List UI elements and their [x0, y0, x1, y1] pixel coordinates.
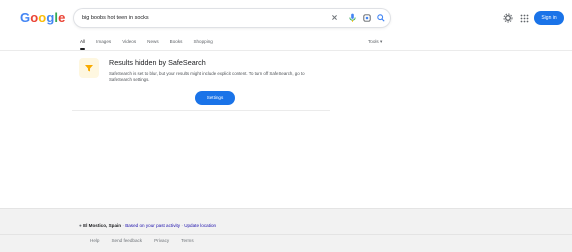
footer-link-feedback[interactable]: Send feedback	[111, 238, 142, 243]
safesearch-filter-icon	[79, 58, 99, 78]
footer-divider	[0, 234, 572, 235]
footer-link-privacy[interactable]: Privacy	[154, 238, 169, 243]
tab-images[interactable]: Images	[96, 38, 111, 50]
sign-in-button[interactable]: Sign in	[534, 11, 564, 25]
results-divider	[72, 110, 330, 111]
location-place: El Mostico, Spain	[83, 223, 122, 228]
tools-button[interactable]: Tools ▾	[368, 38, 382, 46]
lens-icon[interactable]	[362, 13, 371, 22]
footer-links: Help Send feedback Privacy Terms	[90, 238, 194, 243]
tab-shopping[interactable]: Shopping	[193, 38, 212, 50]
tab-books[interactable]: Books	[170, 38, 183, 50]
search-bar[interactable]	[74, 9, 390, 27]
tab-videos[interactable]: Videos	[122, 38, 136, 50]
location-line: ● El Mostico, Spain · Based on your past…	[79, 223, 216, 228]
clear-icon[interactable]	[330, 13, 339, 22]
tabs-divider	[0, 50, 572, 51]
footer-link-terms[interactable]: Terms	[181, 238, 194, 243]
footer: ● El Mostico, Spain · Based on your past…	[0, 208, 572, 252]
location-dot-icon: ●	[79, 223, 82, 228]
tools-label: Tools	[368, 39, 379, 44]
search-tabs: All Images Videos News Books Shopping	[80, 38, 213, 50]
safesearch-settings-button[interactable]: Settings	[195, 91, 235, 105]
safesearch-description: SafeSearch is set to blur, but your resu…	[109, 71, 305, 82]
tab-news[interactable]: News	[147, 38, 159, 50]
gear-icon[interactable]	[503, 10, 513, 28]
location-source-link[interactable]: Based on your past activity	[125, 223, 180, 228]
header: Google Sign in	[0, 0, 572, 34]
logo-letter: o	[30, 10, 39, 25]
logo-letter: e	[58, 10, 66, 25]
logo-letter: G	[20, 10, 31, 25]
apps-grid-icon[interactable]	[520, 10, 529, 28]
logo-letter: g	[46, 10, 55, 25]
mic-icon[interactable]	[348, 13, 357, 22]
tab-all[interactable]: All	[80, 38, 86, 50]
update-location-link[interactable]: Update location	[184, 223, 216, 228]
search-input[interactable]	[82, 12, 302, 24]
logo-letter: o	[38, 10, 47, 25]
google-logo[interactable]: Google	[20, 11, 65, 25]
safesearch-title: Results hidden by SafeSearch	[109, 58, 206, 67]
footer-link-help[interactable]: Help	[90, 238, 99, 243]
search-icon[interactable]	[376, 13, 385, 22]
chevron-down-icon: ▾	[380, 39, 383, 44]
